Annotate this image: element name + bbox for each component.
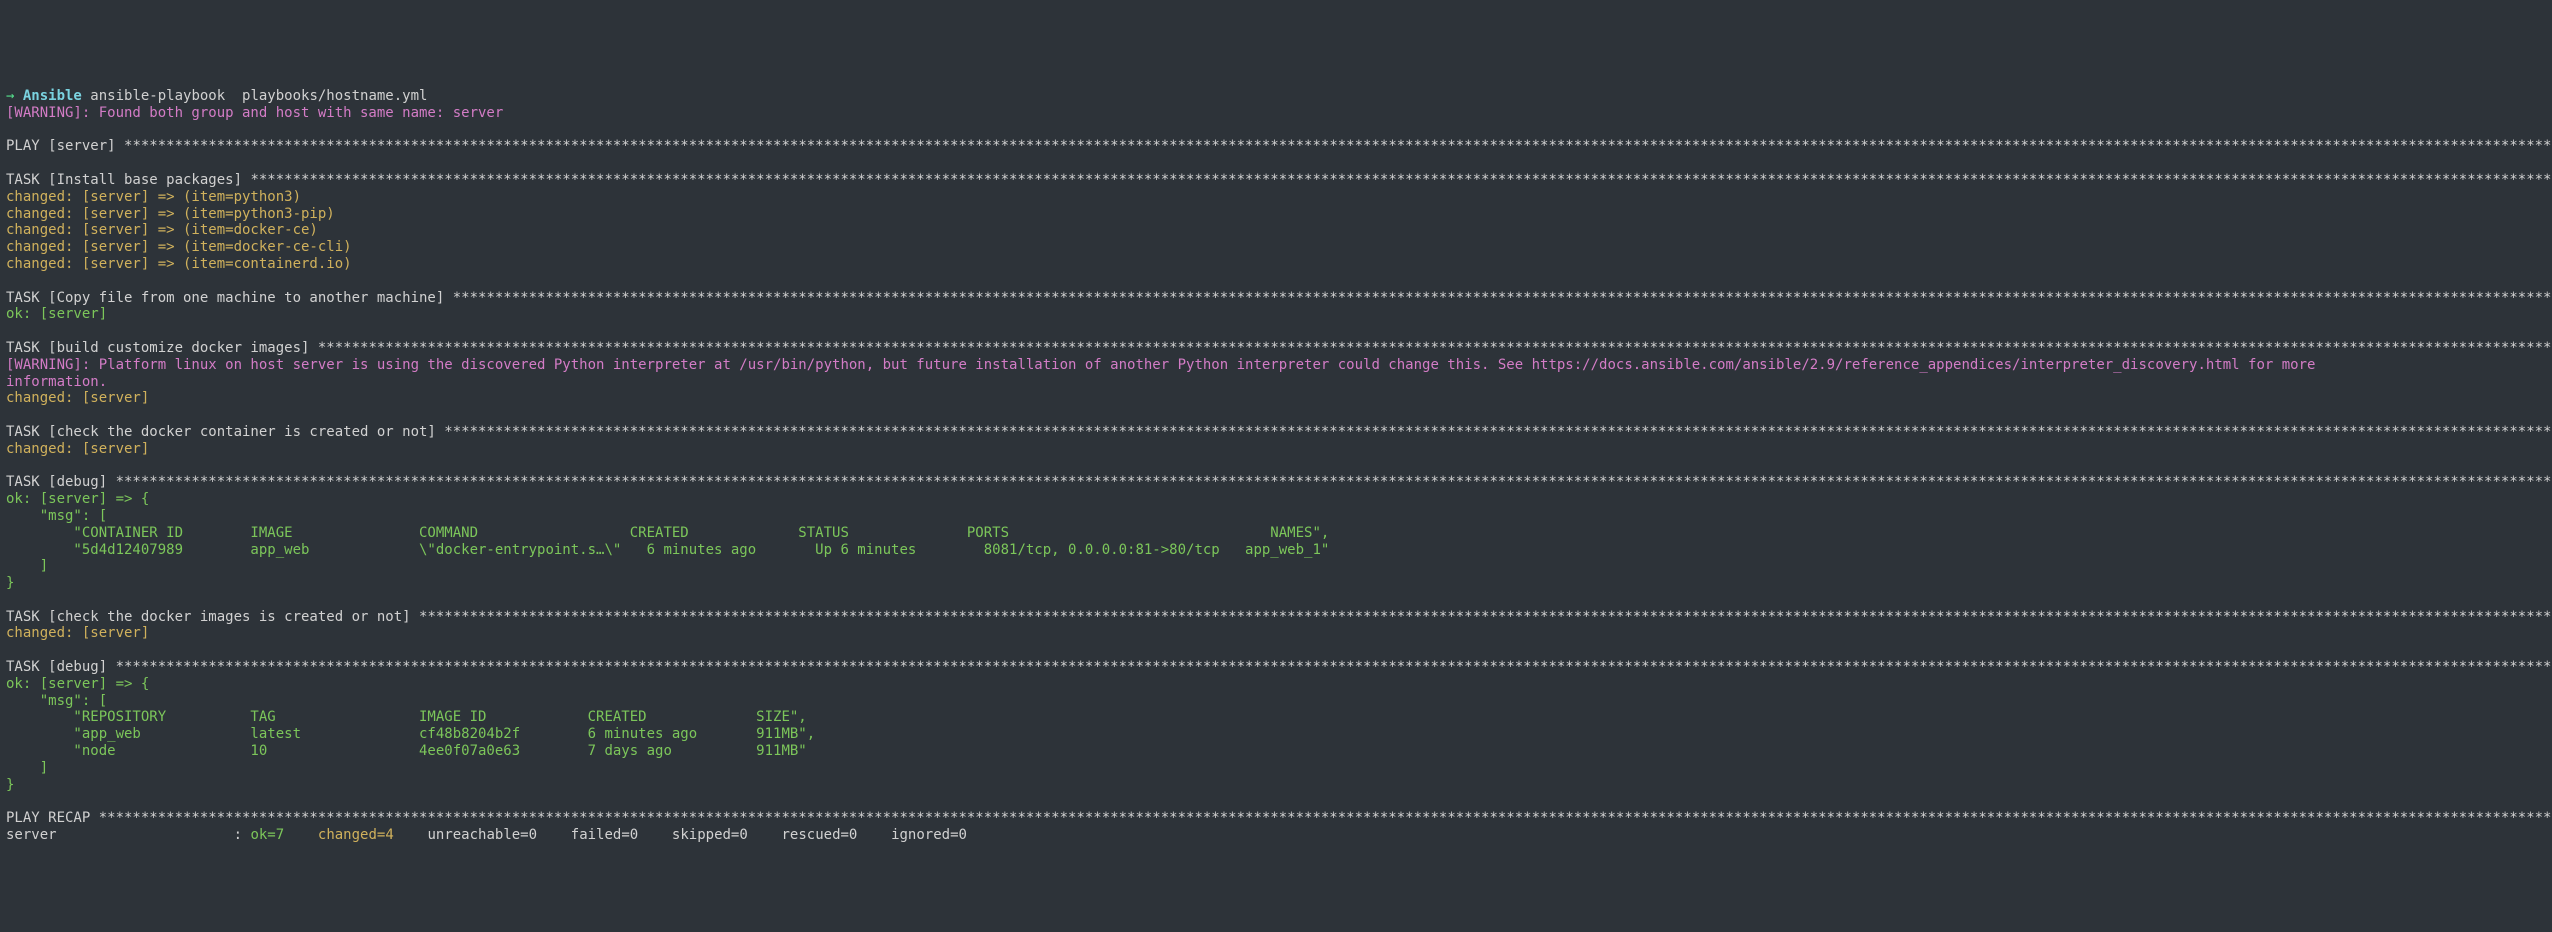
debug-close: } [6, 575, 14, 591]
blank-line [6, 642, 14, 658]
blank-line [6, 273, 14, 289]
debug-close: ] [6, 558, 48, 574]
blank-line [6, 458, 14, 474]
task-result-line: changed: [server] => (item=containerd.io… [6, 256, 352, 272]
recap-ignored: ignored=0 [891, 827, 967, 843]
recap-unreachable: unreachable=0 [427, 827, 537, 843]
recap-header: PLAY RECAP *****************************… [6, 810, 2552, 826]
blank-line [6, 155, 14, 171]
header-stars: ****************************************… [444, 424, 2552, 440]
debug-close: } [6, 777, 14, 793]
task-result-line: changed: [server] [6, 390, 149, 406]
task-header: TASK [build customize docker images] ***… [6, 340, 2552, 356]
recap-host: server [6, 827, 57, 843]
recap-ok: ok=7 [250, 827, 284, 843]
recap-changed: changed=4 [318, 827, 394, 843]
debug-msg-line: "5d4d12407989 app_web \"docker-entrypoin… [6, 542, 1329, 558]
prompt-command: ansible-playbook playbooks/hostname.yml [82, 88, 428, 104]
terminal-output[interactable]: → Ansible ansible-playbook playbooks/hos… [6, 88, 2546, 844]
blank-line [6, 122, 14, 138]
header-stars: ****************************************… [250, 172, 2552, 188]
header-stars: ****************************************… [453, 290, 2552, 306]
blank-line [6, 407, 14, 423]
recap-rescued: rescued=0 [782, 827, 858, 843]
warning-line: [WARNING]: Found both group and host wit… [6, 105, 503, 121]
task-result-line: changed: [server] => (item=python3-pip) [6, 206, 335, 222]
task-result-line: ok: [server] [6, 306, 107, 322]
prompt-arrow: → [6, 88, 23, 104]
recap-failed: failed=0 [571, 827, 638, 843]
recap-line: server : ok=7 changed=4 unreachable=0 fa… [6, 827, 967, 843]
task-header: TASK [check the docker images is created… [6, 609, 2552, 625]
header-stars: ****************************************… [99, 810, 2552, 826]
play-header: PLAY [server] **************************… [6, 138, 2552, 154]
debug-open: ok: [server] => { [6, 491, 149, 507]
task-header: TASK [Copy file from one machine to anot… [6, 290, 2552, 306]
blank-line [6, 592, 14, 608]
debug-msg-line: "node 10 4ee0f07a0e63 7 days ago 911MB" [6, 743, 807, 759]
task-result-line: changed: [server] [6, 625, 149, 641]
recap-skipped: skipped=0 [672, 827, 748, 843]
task-result-line: changed: [server] => (item=docker-ce-cli… [6, 239, 352, 255]
prompt-line: → Ansible ansible-playbook playbooks/hos… [6, 88, 427, 104]
header-stars: ****************************************… [124, 138, 2552, 154]
task-header: TASK [check the docker container is crea… [6, 424, 2552, 440]
debug-msg-line: "app_web latest cf48b8204b2f 6 minutes a… [6, 726, 815, 742]
task-header: TASK [Install base packages] ***********… [6, 172, 2552, 188]
task-result-line: changed: [server] [6, 441, 149, 457]
header-stars: ****************************************… [116, 659, 2552, 675]
header-stars: ****************************************… [318, 340, 2552, 356]
debug-msg-key: "msg": [ [6, 693, 107, 709]
debug-close: ] [6, 760, 48, 776]
debug-open: ok: [server] => { [6, 676, 149, 692]
blank-line [6, 793, 14, 809]
task-result-line: changed: [server] => (item=python3) [6, 189, 301, 205]
task-result-line: changed: [server] => (item=docker-ce) [6, 222, 318, 238]
header-stars: ****************************************… [419, 609, 2552, 625]
debug-msg-line: "CONTAINER ID IMAGE COMMAND CREATED STAT… [6, 525, 1329, 541]
warning-line: [WARNING]: Platform linux on host server… [6, 357, 2315, 373]
prompt-dir: Ansible [23, 88, 82, 104]
debug-msg-line: "REPOSITORY TAG IMAGE ID CREATED SIZE", [6, 709, 807, 725]
task-header: TASK [debug] ***************************… [6, 474, 2552, 490]
task-header: TASK [debug] ***************************… [6, 659, 2552, 675]
warning-line: information. [6, 374, 107, 390]
blank-line [6, 323, 14, 339]
debug-msg-key: "msg": [ [6, 508, 107, 524]
header-stars: ****************************************… [116, 474, 2552, 490]
